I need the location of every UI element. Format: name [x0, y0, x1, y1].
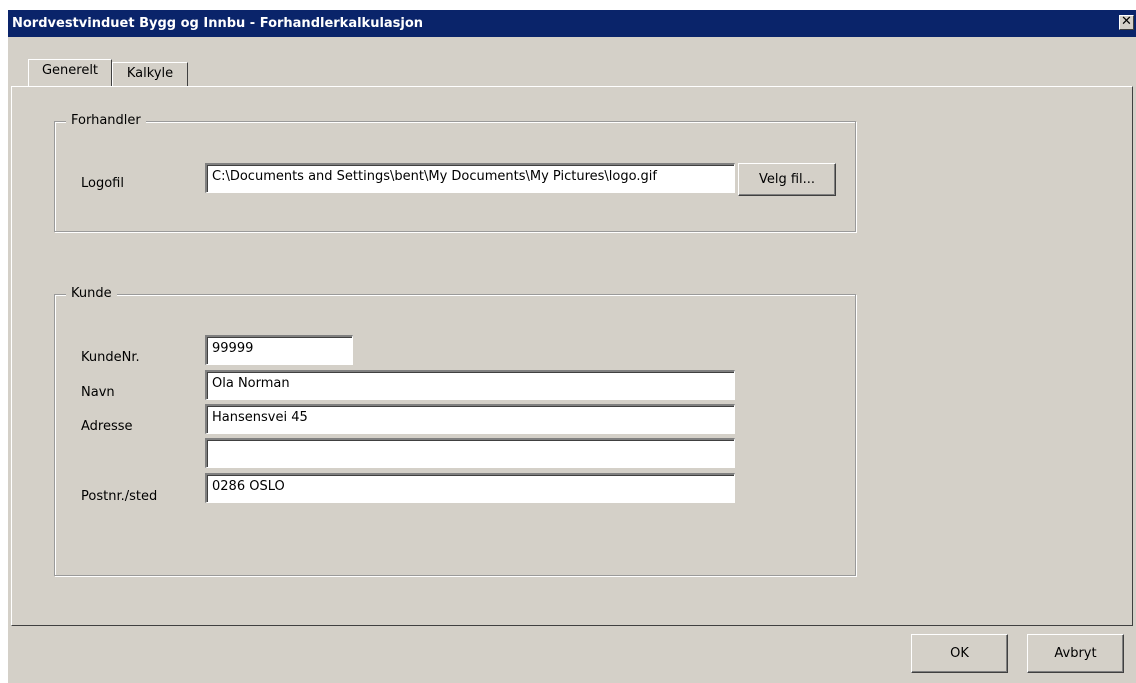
kunde-group: Kunde KundeNr. 99999 Navn Ola Norman Adr…: [54, 286, 856, 576]
kunde-legend: Kunde: [66, 286, 117, 302]
dialog-window: Nordvestvinduet Bygg og Innbu - Forhandl…: [8, 10, 1136, 683]
ok-button[interactable]: OK: [911, 634, 1008, 673]
tab-generelt[interactable]: Generelt: [28, 59, 112, 86]
logofil-field[interactable]: C:\Documents and Settings\bent\My Docume…: [205, 163, 735, 193]
tab-panel-generelt: Forhandler Logofil C:\Documents and Sett…: [11, 86, 1133, 626]
kundenr-field[interactable]: 99999: [205, 335, 353, 365]
navn-field[interactable]: Ola Norman: [205, 370, 735, 400]
title-bar: Nordvestvinduet Bygg og Innbu - Forhandl…: [8, 10, 1136, 37]
forhandler-group: Forhandler Logofil C:\Documents and Sett…: [54, 113, 856, 232]
tab-kalkyle[interactable]: Kalkyle: [112, 62, 188, 86]
velg-fil-button[interactable]: Velg fil...: [738, 163, 836, 196]
window-title: Nordvestvinduet Bygg og Innbu - Forhandl…: [12, 16, 424, 31]
postnr-sted-field[interactable]: 0286 OSLO: [205, 473, 735, 503]
tab-kalkyle-label: Kalkyle: [126, 66, 174, 81]
kundenr-label: KundeNr.: [81, 350, 140, 365]
navn-label: Navn: [81, 385, 115, 400]
postnr-sted-label: Postnr./sted: [81, 489, 158, 504]
close-icon[interactable]: ✕: [1119, 15, 1134, 30]
adresse-field[interactable]: Hansensvei 45: [205, 404, 735, 434]
avbryt-button[interactable]: Avbryt: [1027, 634, 1124, 673]
tab-generelt-label: Generelt: [41, 63, 99, 78]
forhandler-legend: Forhandler: [66, 113, 146, 129]
adresse-label: Adresse: [81, 419, 133, 434]
logofil-label: Logofil: [81, 176, 124, 191]
adresse2-field[interactable]: [205, 438, 735, 468]
